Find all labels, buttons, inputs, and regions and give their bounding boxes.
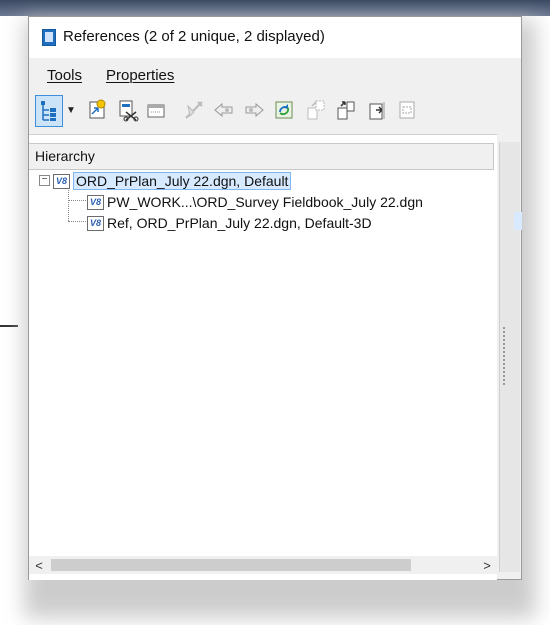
collapse-icon[interactable]: − — [39, 175, 50, 186]
window-title: References (2 of 2 unique, 2 displayed) — [63, 28, 325, 45]
mirror-horizontal-icon — [337, 101, 355, 120]
tree-connector — [68, 200, 86, 201]
rotate-reference-button[interactable] — [271, 95, 297, 125]
hierarchy-toggle-button[interactable] — [35, 95, 63, 127]
pane-splitter-grip[interactable] — [503, 327, 505, 387]
title-bar[interactable]: References (2 of 2 unique, 2 displayed) — [29, 17, 521, 58]
tree-connector — [68, 221, 86, 222]
attach-reference-icon — [89, 99, 106, 119]
move-reference-icon — [214, 102, 233, 118]
horizontal-scrollbar[interactable]: < > — [29, 556, 497, 574]
references-toolbar: ▼ — [29, 88, 521, 134]
exchange-reference-button[interactable] — [181, 95, 207, 125]
hierarchy-column-header[interactable]: Hierarchy — [29, 143, 494, 170]
hierarchy-dropdown-arrow[interactable]: ▼ — [65, 98, 77, 122]
v8-file-icon: V8 — [53, 173, 70, 189]
menu-tools[interactable]: Tools — [47, 67, 82, 84]
scroll-right-arrow-icon[interactable]: > — [477, 556, 497, 574]
tree-node-root[interactable]: V8 ORD_PrPlan_July 22.dgn, Default — [53, 171, 292, 191]
references-window-icon — [42, 29, 56, 46]
hierarchy-tree-icon — [41, 101, 56, 121]
tree-node-child[interactable]: V8 Ref, ORD_PrPlan_July 22.dgn, Default-… — [87, 213, 372, 233]
scale-reference-icon — [307, 100, 325, 120]
reload-reference-icon — [147, 104, 165, 118]
tree-node-label: ORD_PrPlan_July 22.dgn, Default — [73, 172, 292, 190]
reload-reference-button[interactable] — [143, 95, 169, 125]
clip-boundary-button[interactable] — [395, 95, 421, 125]
tree-node-label: PW_WORK...\ORD_Survey Fieldbook_July 22.… — [107, 194, 423, 210]
scale-reference-button[interactable] — [303, 95, 329, 125]
mirror-horizontal-button[interactable] — [333, 95, 359, 125]
hierarchy-header-label: Hierarchy — [35, 148, 95, 164]
move-reference-button[interactable] — [211, 95, 237, 125]
background-app-toolbar — [0, 0, 550, 16]
menu-bar: Tools Properties — [29, 58, 521, 88]
menu-properties[interactable]: Properties — [106, 67, 174, 84]
details-selection-marker — [514, 212, 522, 230]
detach-reference-button[interactable] — [115, 95, 141, 125]
mirror-vertical-icon — [369, 102, 385, 120]
copy-reference-icon — [245, 102, 264, 118]
attach-reference-button[interactable] — [85, 95, 111, 125]
rotate-reference-icon — [275, 101, 293, 119]
chevron-down-icon: ▼ — [66, 104, 76, 116]
hierarchy-panel: Hierarchy − V8 ORD_PrPlan_July 22.dgn, D… — [29, 134, 497, 580]
v8-file-icon: V8 — [87, 194, 104, 210]
mirror-vertical-button[interactable] — [365, 95, 391, 125]
clip-boundary-icon — [399, 101, 415, 119]
background-divider — [0, 325, 18, 327]
tree-node-label: Ref, ORD_PrPlan_July 22.dgn, Default-3D — [107, 215, 372, 231]
exchange-reference-icon — [185, 101, 203, 119]
copy-reference-button[interactable] — [241, 95, 267, 125]
detach-reference-icon — [119, 100, 139, 122]
tree-node-child[interactable]: V8 PW_WORK...\ORD_Survey Fieldbook_July … — [87, 192, 423, 212]
v8-file-icon: V8 — [87, 215, 104, 231]
references-dialog: References (2 of 2 unique, 2 displayed) … — [28, 16, 522, 580]
scrollbar-thumb[interactable] — [51, 559, 411, 571]
scroll-left-arrow-icon[interactable]: < — [29, 556, 49, 574]
